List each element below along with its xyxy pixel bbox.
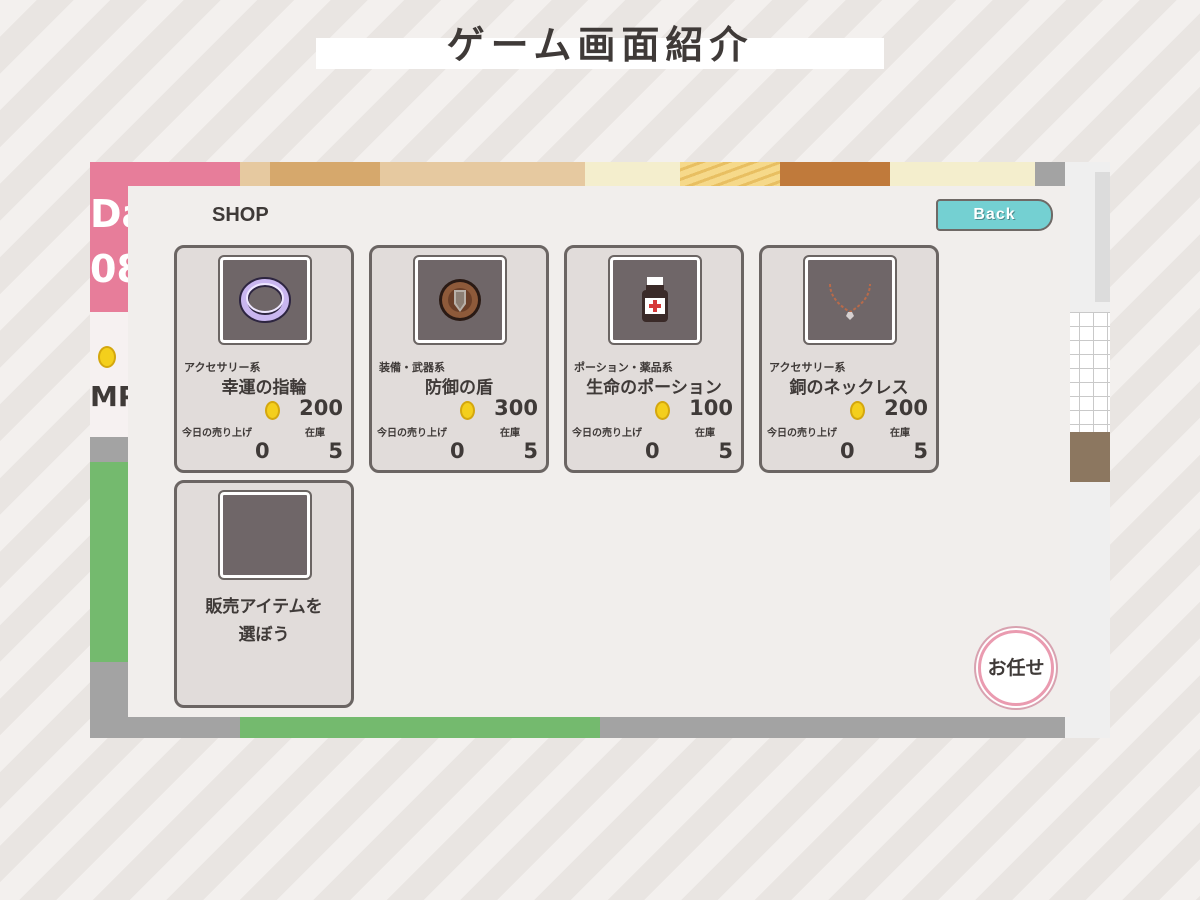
coin-icon [460, 401, 475, 420]
sales-value: 0 [450, 439, 465, 463]
stock-label: 在庫 [695, 428, 715, 439]
empty-slot-prompt: 販売アイテムを 選ぼう [177, 593, 351, 649]
item-icon-frame [608, 255, 702, 345]
sales-label: 今日の売り上げ [377, 428, 447, 439]
shop-item-card[interactable]: アクセサリー系 銅のネックレス 200 今日の売り上げ 在庫 0 5 [759, 245, 939, 473]
stock-label: 在庫 [890, 428, 910, 439]
item-icon-frame [413, 255, 507, 345]
background-grass-bottom [240, 717, 600, 738]
empty-icon-frame [218, 490, 312, 580]
coin-icon [850, 401, 865, 420]
ring-icon [239, 277, 291, 323]
item-price: 300 [494, 396, 538, 420]
background-floor [1065, 432, 1110, 482]
coin-icon [265, 401, 280, 420]
background-grass [90, 462, 130, 662]
hud-info-panel [90, 312, 130, 437]
item-price: 200 [884, 396, 928, 420]
item-icon-frame [803, 255, 897, 345]
sales-value: 0 [645, 439, 660, 463]
stock-label: 在庫 [500, 428, 520, 439]
shop-title: SHOP [212, 204, 269, 226]
potion-icon [642, 277, 668, 322]
shop-item-card[interactable]: 装備・武器系 防御の盾 300 今日の売り上げ 在庫 0 5 [369, 245, 549, 473]
necklace-icon [829, 283, 871, 320]
sales-label: 今日の売り上げ [182, 428, 252, 439]
background-pillar [1095, 172, 1110, 302]
item-price: 200 [299, 396, 343, 420]
coin-icon [655, 401, 670, 420]
shop-item-card[interactable]: アクセサリー系 幸運の指輪 200 今日の売り上げ 在庫 0 5 [174, 245, 354, 473]
background-tiles [1065, 312, 1110, 442]
auto-select-button[interactable]: お任せ [978, 630, 1054, 706]
stock-value: 5 [523, 439, 538, 463]
sales-label: 今日の売り上げ [767, 428, 837, 439]
item-name: 防御の盾 [425, 378, 493, 398]
stock-value: 5 [718, 439, 733, 463]
coin-icon [98, 346, 116, 368]
sales-value: 0 [255, 439, 270, 463]
empty-item-slot[interactable]: 販売アイテムを 選ぼう [174, 480, 354, 708]
shop-panel: SHOP Back アクセサリー系 幸運の指輪 200 今日の売り上げ 在庫 0… [128, 186, 1070, 717]
item-icon-frame [218, 255, 312, 345]
item-name: 銅のネックレス [789, 378, 909, 398]
shop-item-card[interactable]: ポーション・薬品系 生命のポーション 100 今日の売り上げ 在庫 0 5 [564, 245, 744, 473]
page-title: ゲーム画面紹介 [446, 23, 754, 67]
sales-value: 0 [840, 439, 855, 463]
stock-label: 在庫 [305, 428, 325, 439]
empty-slot-line1: 販売アイテムを [205, 597, 323, 617]
shield-icon [439, 279, 481, 321]
item-price: 100 [689, 396, 733, 420]
sales-label: 今日の売り上げ [572, 428, 642, 439]
empty-slot-line2: 選ぼう [238, 625, 290, 645]
item-name: 幸運の指輪 [221, 378, 307, 398]
item-name: 生命のポーション [586, 378, 722, 398]
stock-value: 5 [328, 439, 343, 463]
back-button[interactable]: Back [936, 199, 1053, 231]
stock-value: 5 [913, 439, 928, 463]
